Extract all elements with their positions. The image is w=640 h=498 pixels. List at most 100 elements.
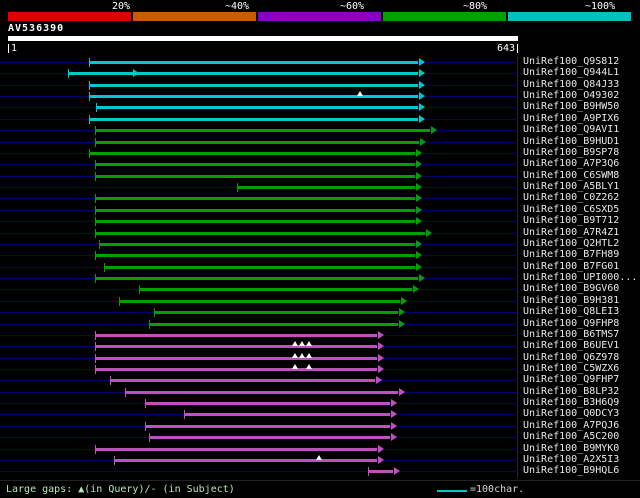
- alignment-bar[interactable]: [119, 300, 400, 303]
- alignment-bar[interactable]: [94, 197, 415, 200]
- alignment-bar[interactable]: [94, 209, 415, 212]
- alignment-bar[interactable]: [99, 243, 415, 246]
- alignment-bar[interactable]: [94, 448, 378, 451]
- hit-id[interactable]: UniRef100_B9GV60: [523, 283, 619, 294]
- alignment-bar[interactable]: [94, 345, 378, 348]
- alignment-bar[interactable]: [144, 425, 391, 428]
- alignment-bar[interactable]: [89, 152, 415, 155]
- hit-id[interactable]: UniRef100_Q9FHP8: [523, 318, 619, 329]
- alignment-bar[interactable]: [154, 311, 399, 314]
- bar-start-tick: [67, 69, 69, 78]
- bar-start-tick: [94, 251, 96, 260]
- hit-id[interactable]: UniRef100_UPI000...: [523, 272, 637, 283]
- hit-id[interactable]: UniRef100_C6SWM8: [523, 170, 619, 181]
- alignment-bar[interactable]: [89, 61, 418, 64]
- alignment-bar[interactable]: [114, 459, 378, 462]
- hit-id[interactable]: UniRef100_O49302: [523, 90, 619, 101]
- hit-id[interactable]: UniRef100_B7FG01: [523, 261, 619, 272]
- alignment-bar[interactable]: [94, 129, 430, 132]
- alignment-bar[interactable]: [94, 175, 415, 178]
- alignment-bar[interactable]: [109, 379, 375, 382]
- arrowhead-icon: [418, 69, 425, 77]
- hit-id[interactable]: UniRef100_A7PQJ6: [523, 420, 619, 431]
- arrowhead-icon: [378, 342, 385, 350]
- arrowhead-icon: [378, 365, 385, 373]
- bar-start-tick: [94, 229, 96, 238]
- alignment-bar[interactable]: [94, 232, 426, 235]
- hit-id[interactable]: UniRef100_Q0DCY3: [523, 408, 619, 419]
- hit-id[interactable]: UniRef100_Q9FHP7: [523, 374, 619, 385]
- hit-id[interactable]: UniRef100_Q2HTL2: [523, 238, 619, 249]
- hit-id[interactable]: UniRef100_A2X5I3: [523, 454, 619, 465]
- hit-id[interactable]: UniRef100_Q9S812: [523, 56, 619, 67]
- alignment-bar[interactable]: [94, 163, 415, 166]
- subject-gap-arrow-icon: [132, 69, 139, 77]
- alignment-bar[interactable]: [367, 470, 394, 473]
- alignment-bar[interactable]: [94, 254, 415, 257]
- hit-id[interactable]: UniRef100_C0Z262: [523, 192, 619, 203]
- hit-id[interactable]: UniRef100_Q8LEI3: [523, 306, 619, 317]
- bar-start-tick: [139, 285, 141, 294]
- query-gap-marker-icon: [298, 353, 305, 358]
- alignment-bar[interactable]: [96, 106, 418, 109]
- alignment-bar[interactable]: [139, 288, 412, 291]
- bar-start-tick: [149, 433, 151, 442]
- alignment-bar[interactable]: [89, 118, 418, 121]
- alignment-bar[interactable]: [94, 368, 378, 371]
- hit-id[interactable]: UniRef100_B7FH89: [523, 249, 619, 260]
- alignment-bar[interactable]: [149, 323, 399, 326]
- arrowhead-icon: [378, 354, 385, 362]
- hit-id[interactable]: UniRef100_B9MYK0: [523, 443, 619, 454]
- arrowhead-icon: [412, 285, 419, 293]
- alignment-bar[interactable]: [104, 266, 415, 269]
- alignment-bar[interactable]: [89, 95, 418, 98]
- blast-alignment-overview: 20% ~40% ~60% ~80% ~100% AV536390 1 643 UniR…: [0, 0, 640, 498]
- arrowhead-icon: [378, 456, 385, 464]
- alignment-bar[interactable]: [184, 413, 391, 416]
- alignment-bar[interactable]: [94, 141, 420, 144]
- bar-start-tick: [109, 376, 111, 385]
- alignment-bar[interactable]: [94, 357, 378, 360]
- hit-id[interactable]: UniRef100_A9PIX6: [523, 113, 619, 124]
- hit-id[interactable]: UniRef100_B9HUD1: [523, 136, 619, 147]
- arrowhead-icon: [399, 388, 406, 396]
- hit-id[interactable]: UniRef100_A7R4Z1: [523, 227, 619, 238]
- alignment-bar[interactable]: [67, 72, 418, 75]
- hit-id[interactable]: UniRef100_Q6Z978: [523, 352, 619, 363]
- alignment-bar[interactable]: [94, 220, 415, 223]
- hit-id[interactable]: UniRef100_B8LP32: [523, 386, 619, 397]
- alignment-bar[interactable]: [236, 186, 415, 189]
- hit-id[interactable]: UniRef100_A5C200: [523, 431, 619, 442]
- alignment-bar[interactable]: [144, 402, 391, 405]
- bar-start-tick: [94, 331, 96, 340]
- hit-id[interactable]: UniRef100_Q944L1: [523, 67, 619, 78]
- hit-id[interactable]: UniRef100_B9HQL6: [523, 465, 619, 476]
- hit-id[interactable]: UniRef100_C5WZX6: [523, 363, 619, 374]
- hit-id[interactable]: UniRef100_B9SP78: [523, 147, 619, 158]
- alignment-bar[interactable]: [89, 84, 418, 87]
- hit-id[interactable]: UniRef100_Q9AVI1: [523, 124, 619, 135]
- hit-id[interactable]: UniRef100_B9H381: [523, 295, 619, 306]
- bar-start-tick: [94, 354, 96, 363]
- hit-id[interactable]: UniRef100_C6SXD5: [523, 204, 619, 215]
- alignment-bar[interactable]: [124, 391, 399, 394]
- arrowhead-icon: [415, 194, 422, 202]
- hit-id[interactable]: UniRef100_A5BLY1: [523, 181, 619, 192]
- bar-start-tick: [94, 172, 96, 181]
- hit-id[interactable]: UniRef100_B3H6Q9: [523, 397, 619, 408]
- hit-id[interactable]: UniRef100_B6UEV1: [523, 340, 619, 351]
- bar-start-tick: [144, 422, 146, 431]
- query-gap-marker-icon: [306, 341, 313, 346]
- hit-id[interactable]: UniRef100_Q84J33: [523, 79, 619, 90]
- arrowhead-icon: [391, 433, 398, 441]
- alignment-bar[interactable]: [149, 436, 391, 439]
- arrowhead-icon: [418, 92, 425, 100]
- alignment-bar[interactable]: [94, 277, 418, 280]
- arrowhead-icon: [418, 81, 425, 89]
- bar-start-tick: [89, 149, 91, 158]
- alignment-bar[interactable]: [94, 334, 378, 337]
- hit-id[interactable]: UniRef100_B9T712: [523, 215, 619, 226]
- hit-id[interactable]: UniRef100_B9HW50: [523, 101, 619, 112]
- hit-id[interactable]: UniRef100_B6TMS7: [523, 329, 619, 340]
- hit-id[interactable]: UniRef100_A7P3Q6: [523, 158, 619, 169]
